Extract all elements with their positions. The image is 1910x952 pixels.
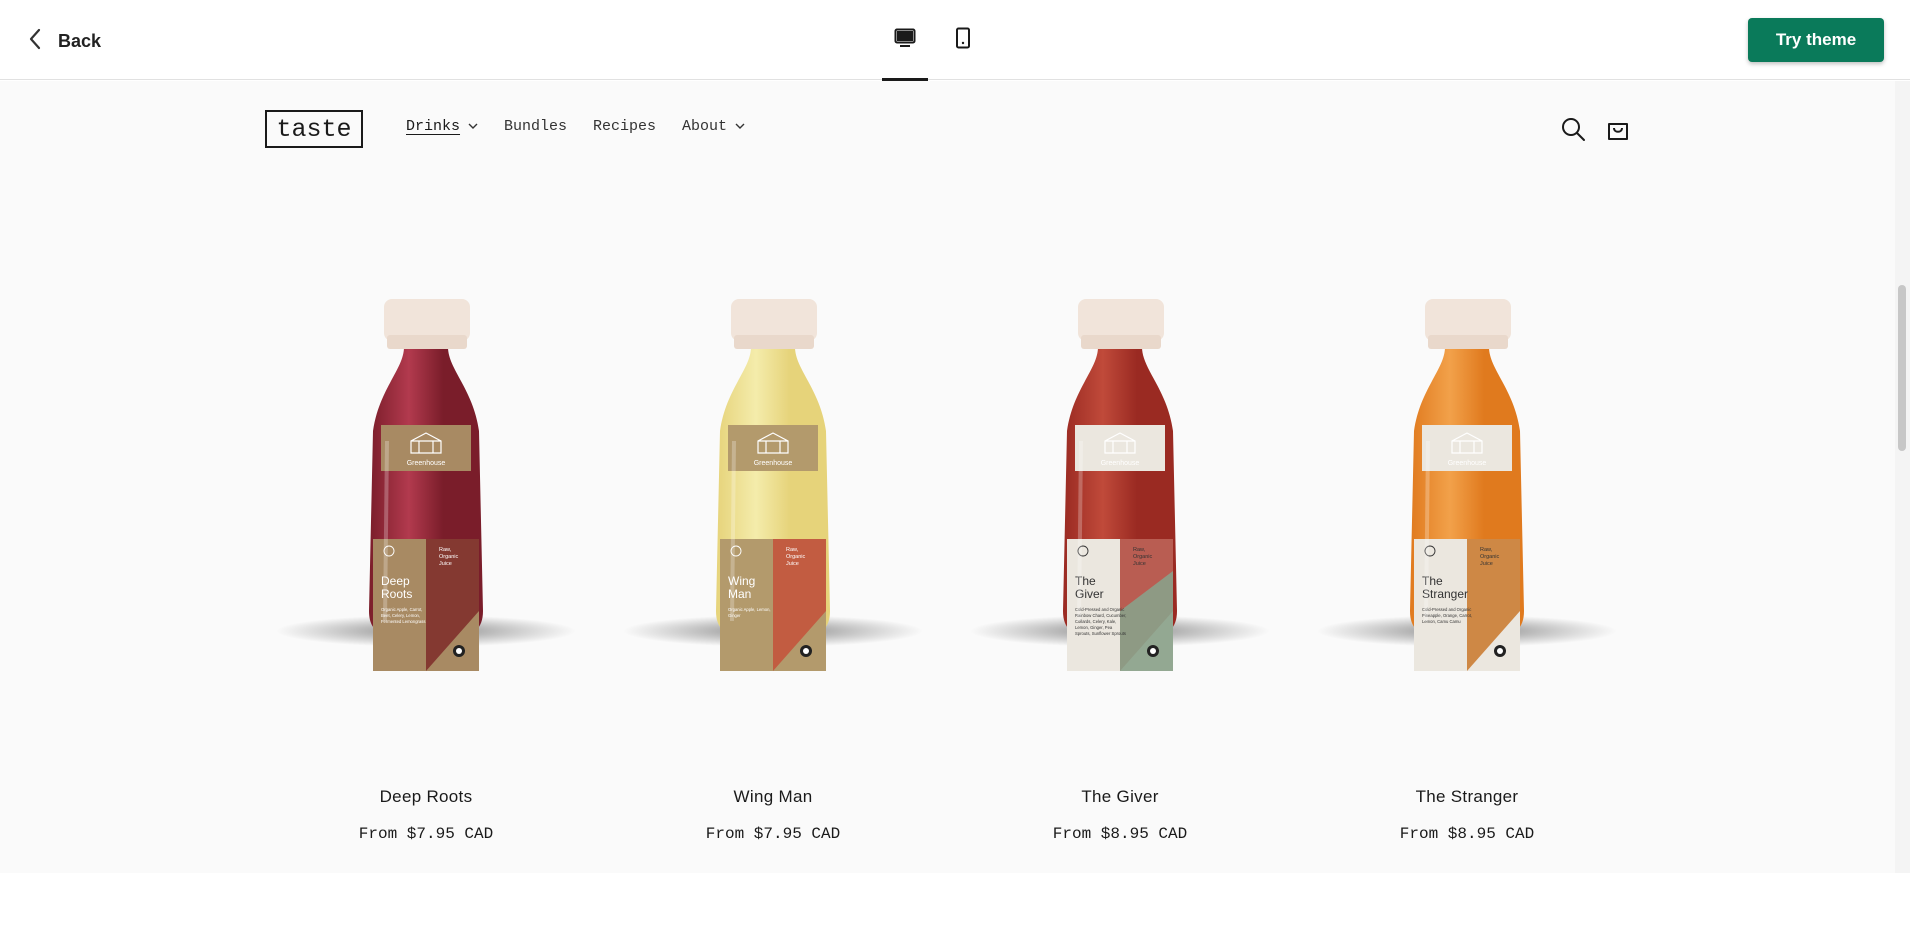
juice-bottle-illustration: GreenhouseTheGiverRaw,OrganicJuiceCold-P… (970, 299, 1270, 689)
svg-text:Collards, Celery, Kale,: Collards, Celery, Kale, (1075, 619, 1116, 624)
product-title[interactable]: Wing Man (608, 787, 938, 807)
svg-text:Organic: Organic (1480, 554, 1500, 560)
product-title[interactable]: The Giver (955, 787, 1285, 807)
svg-text:Greenhouse: Greenhouse (407, 460, 446, 467)
product-card[interactable]: Greenhouse The Giver Raw, Organic Juice Cold-P… (955, 251, 1285, 871)
svg-text:Juice: Juice (1133, 561, 1146, 567)
juice-bottle-illustration: GreenhouseTheStrangerRaw,OrganicJuiceCol… (1317, 299, 1617, 689)
svg-text:Stranger: Stranger (1422, 587, 1468, 601)
scrollbar-thumb[interactable] (1898, 285, 1906, 451)
chevron-down-icon (735, 118, 745, 135)
nav-item-label: Bundles (504, 118, 568, 135)
product-price: From $7.95 CAD (705, 825, 841, 843)
svg-text:Organic: Organic (439, 554, 459, 560)
mobile-view-button[interactable] (940, 0, 986, 80)
store-preview: taste Drinks Bundles Recipes About Green… (0, 81, 1895, 873)
nav-item-recipes[interactable]: Recipes (593, 118, 656, 135)
mobile-icon (955, 27, 971, 54)
back-button[interactable]: Back (28, 26, 101, 56)
product-title[interactable]: The Stranger (1302, 787, 1632, 807)
chevron-left-icon (28, 28, 42, 55)
store-nav: Drinks Bundles Recipes About (406, 118, 771, 135)
desktop-view-button[interactable] (882, 0, 928, 81)
juice-bottle-illustration: GreenhouseDeepRootsRaw,OrganicJuiceOrgan… (276, 299, 576, 689)
svg-text:Raw,: Raw, (1133, 547, 1146, 553)
nav-item-about[interactable]: About (682, 118, 745, 135)
svg-text:Juice: Juice (1480, 561, 1493, 567)
cart-icon[interactable] (1605, 116, 1631, 142)
svg-text:Rainbow Chard, Cucumber,: Rainbow Chard, Cucumber, (1075, 613, 1126, 618)
try-theme-button[interactable]: Try theme (1748, 18, 1884, 62)
scrollbar[interactable] (1895, 81, 1910, 873)
svg-text:Organic Apple, Lemon,: Organic Apple, Lemon, (728, 607, 771, 612)
search-icon[interactable] (1560, 116, 1586, 142)
svg-text:Lemon, Ginger, Pea: Lemon, Ginger, Pea (1075, 625, 1113, 630)
svg-text:Pineapple, Orange, Carrot,: Pineapple, Orange, Carrot, (1422, 613, 1472, 618)
svg-text:Raw,: Raw, (1480, 547, 1493, 553)
product-price: From $8.95 CAD (1399, 825, 1535, 843)
nav-item-label: About (682, 118, 728, 135)
nav-item-label: Recipes (593, 118, 657, 135)
product-image[interactable]: Greenhouse Deep Roots Raw, Organic Juice Organ… (261, 251, 591, 689)
svg-text:Cold-Pressed and Organic: Cold-Pressed and Organic (1075, 607, 1124, 612)
nav-item-bundles[interactable]: Bundles (504, 118, 567, 135)
svg-text:Raw,: Raw, (439, 547, 452, 553)
svg-text:Raw,: Raw, (786, 547, 799, 553)
svg-text:Sprouts, Sunflower Sprouts: Sprouts, Sunflower Sprouts (1075, 631, 1126, 636)
svg-text:Juice: Juice (786, 561, 799, 567)
store-logo[interactable]: taste (265, 110, 363, 148)
back-label: Back (58, 30, 102, 51)
svg-text:Greenhouse: Greenhouse (1448, 460, 1487, 467)
product-title[interactable]: Deep Roots (261, 787, 591, 807)
nav-item-label: Drinks (406, 118, 461, 135)
product-image[interactable]: Greenhouse The Stranger Raw, Organic Juice Col… (1302, 251, 1632, 689)
svg-text:Fermented Lemongrass: Fermented Lemongrass (381, 619, 425, 624)
nav-item-drinks[interactable]: Drinks (406, 118, 478, 135)
svg-text:Organic Apple, Carrot,: Organic Apple, Carrot, (381, 607, 422, 612)
preview-toolbar: Back Try theme (0, 0, 1910, 81)
product-card[interactable]: Greenhouse The Stranger Raw, Organic Juice Col… (1302, 251, 1632, 871)
product-price: From $8.95 CAD (1052, 825, 1188, 843)
desktop-icon (894, 28, 916, 53)
product-image[interactable]: Greenhouse Wing Man Raw, Organic Juice Organic… (608, 251, 938, 689)
svg-text:Cold-Pressed and Organic: Cold-Pressed and Organic (1422, 607, 1471, 612)
product-image[interactable]: Greenhouse The Giver Raw, Organic Juice Cold-P… (955, 251, 1285, 689)
chevron-down-icon (468, 118, 478, 135)
product-card[interactable]: Greenhouse Deep Roots Raw, Organic Juice Organ… (261, 251, 591, 871)
product-price: From $7.95 CAD (358, 825, 494, 843)
svg-text:Organic: Organic (786, 554, 806, 560)
device-toggle (882, 0, 998, 81)
svg-text:Greenhouse: Greenhouse (754, 460, 793, 467)
svg-text:Organic: Organic (1133, 554, 1153, 560)
product-card[interactable]: Greenhouse Wing Man Raw, Organic Juice Organic… (608, 251, 938, 871)
svg-text:Juice: Juice (439, 561, 452, 567)
svg-text:Ginger: Ginger (728, 613, 741, 618)
svg-text:Greenhouse: Greenhouse (1101, 460, 1140, 467)
juice-bottle-illustration: GreenhouseWingManRaw,OrganicJuiceOrganic… (623, 299, 923, 689)
page-bottom-area (0, 873, 1910, 952)
